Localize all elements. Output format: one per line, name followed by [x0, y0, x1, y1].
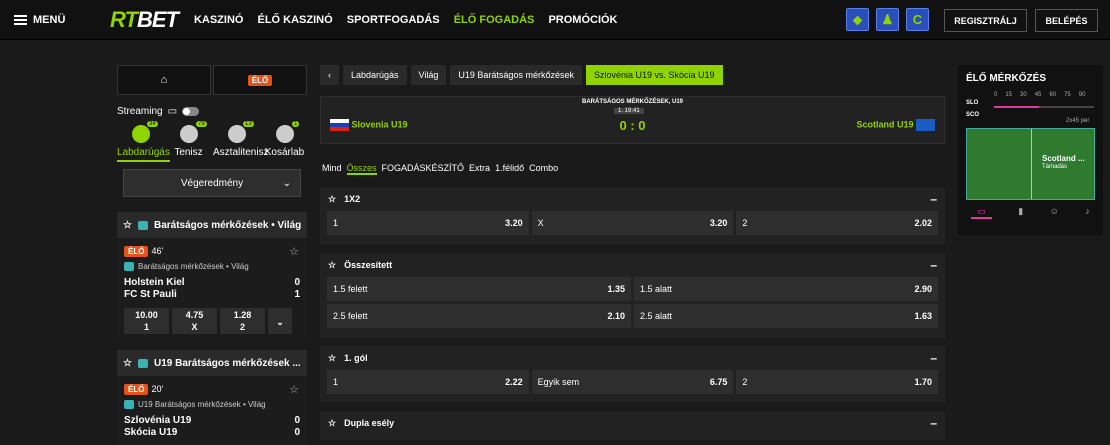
- home-tab[interactable]: ⌂: [117, 65, 211, 95]
- nav-live-casino[interactable]: ÉLŐ KASZINÓ: [258, 14, 333, 26]
- login-button[interactable]: BELÉPÉS: [1035, 9, 1098, 32]
- market-first-goal: ☆ 1. gól – 1 2.22 Egyik sem 6.75 2 1.70: [320, 346, 945, 402]
- odd-button[interactable]: 1.5 alatt 2.90: [634, 277, 938, 301]
- register-button[interactable]: REGISZTRÁLJ: [944, 9, 1027, 32]
- odd-button[interactable]: Egyik sem 6.75: [531, 370, 734, 394]
- cup-icon: [124, 400, 134, 409]
- tab-all[interactable]: Mind: [322, 163, 342, 175]
- market-header[interactable]: ☆ 1X2–: [320, 187, 945, 211]
- basketball-icon: [275, 125, 294, 143]
- odd-button[interactable]: 2.5 felett 2.10: [327, 304, 631, 328]
- breadcrumb-item[interactable]: Világ: [410, 65, 447, 85]
- market-double-chance: ☆ Dupla esély –: [320, 411, 945, 440]
- live-tab[interactable]: ÉLŐ: [213, 65, 307, 95]
- monitor-icon: ▭: [167, 106, 178, 117]
- star-icon: ☆: [123, 357, 132, 369]
- market-header[interactable]: ☆ Dupla esély –: [320, 411, 945, 435]
- market-header[interactable]: ☆ Összesített –: [320, 253, 945, 277]
- lineup-icon[interactable]: ☺: [1050, 206, 1059, 219]
- match-card[interactable]: ☆ ÉLŐ 46' Barátságos mérkőzések • Világ …: [117, 238, 307, 340]
- stats-icon[interactable]: ▮: [1018, 206, 1023, 219]
- menu-button[interactable]: MENÜ: [0, 14, 110, 26]
- odd-button[interactable]: 2 1.70: [736, 370, 939, 394]
- breadcrumb-current: Szlovénia U19 vs. Skócia U19: [585, 65, 723, 85]
- group-header[interactable]: ☆ U19 Barátságos mérkőzések ...: [117, 350, 307, 376]
- odd-button[interactable]: 1.28 2: [220, 308, 265, 334]
- odd-button[interactable]: 1.5 felett 1.35: [327, 277, 631, 301]
- pitch-view-icon[interactable]: ▭: [971, 206, 992, 219]
- sport-tabs: 34 Labdarúgás 79 Tenisz 13 Asztalitenisz 1K…: [117, 121, 307, 162]
- live-match-panel: ÉLŐ MÉRKŐZÉS SLO SCO 0 15 30 45 60 75 90 2x45 …: [958, 65, 1103, 235]
- market-header[interactable]: ☆ 1. gól –: [320, 346, 945, 370]
- tab-combo[interactable]: Combo: [529, 163, 558, 175]
- sport-table-tennis[interactable]: 13 Asztalitenisz: [213, 121, 269, 158]
- sport-football[interactable]: 34 Labdarúgás: [117, 121, 170, 162]
- table-tennis-icon: [227, 125, 246, 143]
- microphone-icon[interactable]: ♪: [1085, 206, 1090, 219]
- star-icon[interactable]: ☆: [289, 383, 299, 396]
- market-total: ☆ Összesített – 1.5 felett 1.35 1.5 alatt 2.…: [320, 253, 945, 338]
- back-button[interactable]: ‹: [320, 65, 339, 85]
- top-bar: MENÜ RTBET KASZINÓ ÉLŐ KASZINÓ SPORTFOGA…: [0, 0, 1110, 40]
- nav-promotions[interactable]: PROMÓCIÓK: [548, 14, 617, 26]
- home-icon: ⌂: [160, 74, 168, 86]
- nav-live-betting[interactable]: ÉLŐ FOGADÁS: [454, 14, 535, 26]
- breadcrumb: ‹ Labdarúgás Világ U19 Barátságos mérkőz…: [320, 65, 723, 85]
- tab-bet-builder[interactable]: FOGADÁSKÉSZÍTŐ: [382, 163, 465, 175]
- cup-icon: [137, 220, 148, 230]
- free-bonus-icon[interactable]: C: [906, 8, 929, 31]
- menu-icon: [14, 14, 27, 25]
- tab-extra[interactable]: Extra: [469, 163, 490, 175]
- scoreboard: BARÁTSÁGOS MÉRKŐZÉSEK, U19 1. 19:41 Slov…: [320, 96, 945, 144]
- scotland-flag-icon: [916, 119, 935, 131]
- logo[interactable]: RTBET: [110, 7, 179, 33]
- odd-button[interactable]: 10.00 1: [124, 308, 169, 334]
- odd-button[interactable]: 1 3.20: [327, 211, 529, 235]
- nav-sports[interactable]: SPORTFOGADÁS: [347, 14, 440, 26]
- collapse-icon: –: [930, 258, 937, 272]
- market-select[interactable]: Végeredmény ⌄: [123, 169, 301, 197]
- nav-casino[interactable]: KASZINÓ: [194, 14, 244, 26]
- group-header[interactable]: ☆ Barátságos mérkőzések • Világ: [117, 212, 307, 238]
- chevron-down-icon: ⌄: [276, 316, 284, 327]
- star-icon: ☆: [328, 417, 337, 428]
- football-icon: [131, 125, 150, 143]
- tab-total[interactable]: Összes: [346, 163, 377, 175]
- chevron-down-icon: ⌄: [282, 177, 291, 189]
- cup-icon: [137, 358, 148, 368]
- star-icon: ☆: [328, 352, 337, 363]
- cup-icon: [124, 262, 134, 271]
- match-card[interactable]: ☆ ÉLŐ 20' U19 Barátságos mérkőzések • Vi…: [117, 376, 307, 445]
- market-1x2: ☆ 1X2– 1 3.20 X 3.20 2 2.02: [320, 187, 945, 245]
- left-sidebar: ⌂ ÉLŐ Streaming ▭ 34 Labdarúgás 79 Tenisz 1…: [117, 65, 307, 445]
- odd-button[interactable]: 1 2.22: [327, 370, 529, 394]
- star-icon[interactable]: ☆: [289, 245, 299, 258]
- odd-button[interactable]: 2 2.02: [736, 211, 939, 235]
- streaming-toggle[interactable]: [182, 107, 200, 116]
- person-icon[interactable]: ♟: [876, 8, 899, 31]
- collapse-icon: –: [930, 416, 937, 430]
- breadcrumb-item[interactable]: Labdarúgás: [343, 65, 407, 85]
- tab-first-half[interactable]: 1.félidő: [495, 163, 524, 175]
- collapse-icon: –: [930, 351, 937, 365]
- map-pin-icon[interactable]: ⬥: [846, 8, 869, 31]
- star-icon: ☆: [328, 259, 337, 270]
- breadcrumb-item[interactable]: U19 Barátságos mérkőzések: [450, 65, 582, 85]
- streaming-toggle-row: Streaming ▭: [117, 106, 307, 117]
- star-icon: ☆: [328, 193, 337, 204]
- tennis-icon: [179, 125, 198, 143]
- collapse-icon: –: [930, 192, 937, 206]
- sport-basketball[interactable]: 1 Kosárlab: [262, 121, 307, 158]
- odd-button[interactable]: 2.5 alatt 1.63: [634, 304, 938, 328]
- odd-button[interactable]: 4.75 X: [172, 308, 217, 334]
- pitch-graphic: Scotland ... Támadás: [966, 128, 1095, 200]
- star-icon: ☆: [123, 219, 132, 231]
- sport-tennis[interactable]: 79 Tenisz: [166, 121, 211, 158]
- odd-button[interactable]: X 3.20: [531, 211, 734, 235]
- market-tabs: Mind Összes FOGADÁSKÉSZÍTŐ Extra 1.félid…: [322, 163, 558, 175]
- expand-button[interactable]: ⌄: [268, 308, 292, 334]
- main-nav: KASZINÓ ÉLŐ KASZINÓ SPORTFOGADÁS ÉLŐ FOG…: [194, 14, 629, 26]
